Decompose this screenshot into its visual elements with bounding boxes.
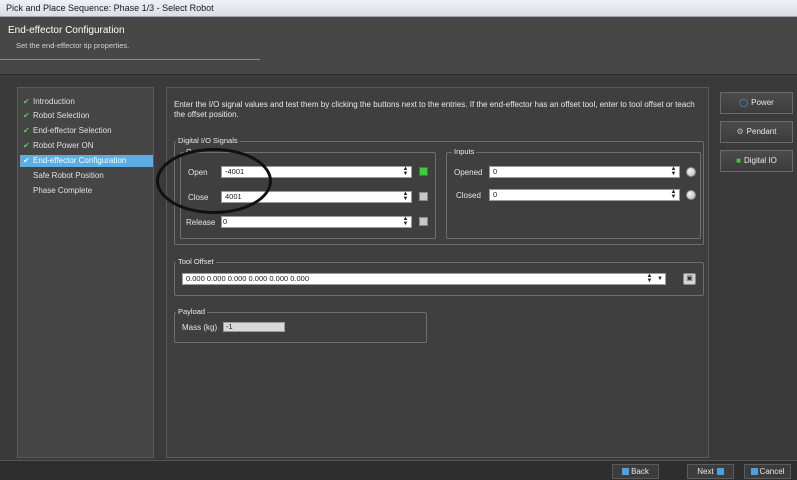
- opened-signal-value: 0: [493, 167, 498, 176]
- step-label: End-effector Selection: [33, 126, 112, 135]
- spinner-icon[interactable]: ▲ ▼: [670, 189, 677, 200]
- spinner-icon[interactable]: ▲ ▼: [402, 191, 409, 202]
- open-signal-value: -4001: [225, 167, 245, 176]
- close-signal-field[interactable]: 4001 ▲ ▼: [221, 191, 412, 203]
- check-icon: ✔: [23, 126, 30, 135]
- footer-bar: Back Next Cancel: [0, 460, 797, 480]
- pendant-button-label: Pendant: [746, 127, 777, 136]
- step-label: Robot Selection: [33, 111, 90, 120]
- open-test-button[interactable]: [419, 167, 428, 176]
- check-icon: ✔: [23, 141, 30, 150]
- next-button[interactable]: Next: [687, 464, 734, 479]
- next-arrow-icon: [716, 468, 724, 476]
- check-icon: ✔: [23, 156, 30, 165]
- step-label: Safe Robot Position: [33, 171, 104, 180]
- tool-offset-value: 0.000 0.000 0.000 0.000 0.000 0.000: [186, 274, 310, 283]
- step-label: Robot Power ON: [33, 141, 94, 150]
- digital-io-icon: ■: [736, 156, 741, 165]
- cancel-button[interactable]: Cancel: [744, 464, 791, 479]
- page-header: End-effector Configuration Set the end-e…: [0, 17, 797, 75]
- inputs-group-label: Inputs: [452, 147, 477, 156]
- wizard-steps-sidebar: ✔ Introduction ✔ Robot Selection ✔ End-e…: [17, 87, 154, 458]
- next-button-label: Next: [697, 467, 714, 476]
- check-icon: ✔: [23, 111, 30, 120]
- mass-label: Mass (kg): [182, 323, 218, 332]
- window-title: Pick and Place Sequence: Phase 1/3 - Sel…: [6, 3, 214, 13]
- pendant-button[interactable]: ⚙ Pendant: [720, 121, 793, 143]
- page-subtitle: Set the end-effector tip properties.: [16, 41, 130, 50]
- digital-io-button[interactable]: ■ Digital IO: [720, 150, 793, 172]
- spinner-icon[interactable]: ▲ ▼: [670, 166, 677, 177]
- right-side-panel: ◯ Power ⚙ Pendant ■ Digital IO: [720, 87, 793, 458]
- window-titlebar: Pick and Place Sequence: Phase 1/3 - Sel…: [0, 0, 797, 17]
- opened-signal-field[interactable]: 0 ▲ ▼: [489, 166, 680, 178]
- close-signal-value: 4001: [225, 192, 242, 201]
- release-signal-field[interactable]: 0 ▲ ▼: [221, 216, 412, 228]
- release-signal-value: 0: [223, 217, 228, 226]
- release-label: Release: [186, 218, 216, 227]
- digital-io-button-label: Digital IO: [743, 156, 777, 165]
- release-test-button[interactable]: [419, 217, 428, 226]
- pendant-icon: ⚙: [736, 127, 744, 136]
- back-arrow-icon: [622, 468, 630, 476]
- step-end-effector-selection[interactable]: ✔ End-effector Selection: [20, 125, 153, 137]
- spinner-icon[interactable]: ▲ ▼: [646, 273, 653, 284]
- outputs-group-label: O: [184, 147, 194, 156]
- step-label: Phase Complete: [33, 186, 93, 195]
- step-introduction[interactable]: ✔ Introduction: [20, 96, 153, 108]
- chevron-down-icon[interactable]: ▼: [657, 274, 663, 284]
- step-robot-power-on[interactable]: ✔ Robot Power ON: [20, 140, 153, 152]
- close-label: Close: [188, 193, 209, 202]
- check-icon: ✔: [23, 97, 30, 106]
- closed-signal-field[interactable]: 0 ▲ ▼: [489, 189, 680, 201]
- power-icon: ◯: [739, 98, 749, 107]
- step-label: End-effector Configuration: [33, 156, 127, 165]
- power-button-label: Power: [751, 98, 774, 107]
- step-safe-robot-position[interactable]: Safe Robot Position: [20, 170, 153, 182]
- instructions-text: Enter the I/O signal values and test the…: [174, 100, 695, 119]
- power-button[interactable]: ◯ Power: [720, 92, 793, 114]
- spinner-icon[interactable]: ▲ ▼: [402, 166, 409, 177]
- opened-status-led: [686, 167, 696, 177]
- back-button-label: Back: [631, 467, 649, 476]
- header-divider: [0, 59, 260, 60]
- cancel-button-label: Cancel: [759, 467, 785, 476]
- closed-signal-value: 0: [493, 190, 498, 199]
- closed-label: Closed: [456, 191, 481, 200]
- teach-offset-icon[interactable]: ▣: [683, 273, 696, 285]
- closed-status-led: [686, 190, 696, 200]
- spinner-icon[interactable]: ▲ ▼: [402, 216, 409, 227]
- step-label: Introduction: [33, 97, 75, 106]
- close-test-button[interactable]: [419, 192, 428, 201]
- digital-io-group-label: Digital I/O Signals: [176, 136, 240, 145]
- mass-input[interactable]: -1: [223, 322, 285, 332]
- payload-group-label: Payload: [176, 307, 208, 316]
- step-phase-complete[interactable]: Phase Complete: [20, 185, 153, 197]
- tool-offset-field[interactable]: 0.000 0.000 0.000 0.000 0.000 0.000 ▲ ▼ ▼: [182, 273, 666, 285]
- tool-offset-group-label: Tool Offset: [176, 257, 216, 266]
- step-robot-selection[interactable]: ✔ Robot Selection: [20, 110, 153, 122]
- cancel-icon: [750, 468, 758, 476]
- open-label: Open: [188, 168, 208, 177]
- opened-label: Opened: [454, 168, 483, 177]
- page-title: End-effector Configuration: [8, 25, 125, 36]
- step-end-effector-configuration[interactable]: ✔ End-effector Configuration: [20, 155, 153, 167]
- back-button[interactable]: Back: [612, 464, 659, 479]
- open-signal-field[interactable]: -4001 ▲ ▼: [221, 166, 412, 178]
